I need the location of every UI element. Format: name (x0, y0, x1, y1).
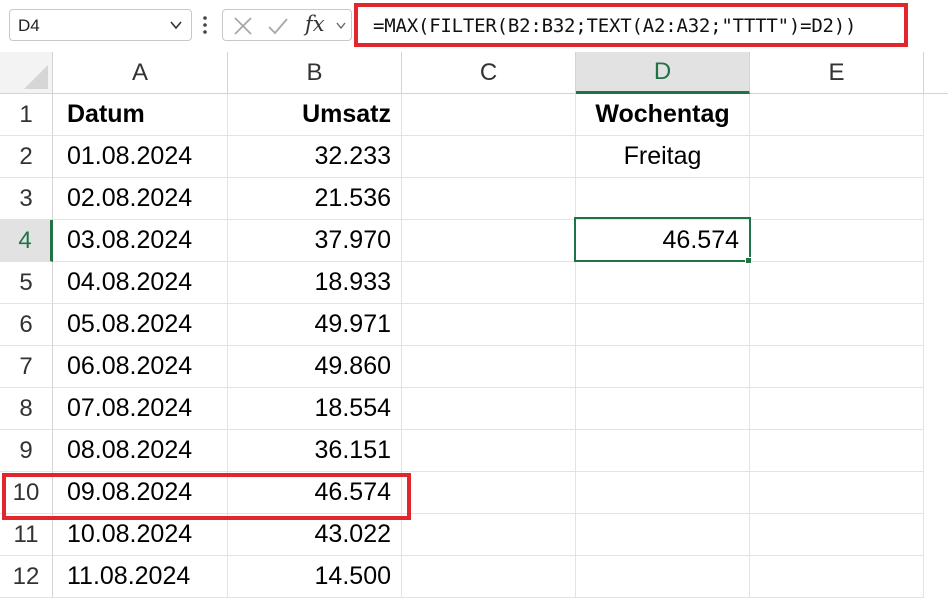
cell-c8[interactable] (402, 388, 576, 430)
cell-e6[interactable] (750, 304, 924, 346)
cell-a10[interactable]: 09.08.2024 (53, 472, 228, 514)
column-header-b[interactable]: B (228, 52, 402, 94)
formula-buttons: fx (222, 9, 352, 41)
column-header-e[interactable]: E (750, 52, 924, 94)
chevron-down-icon[interactable] (167, 16, 185, 34)
fx-icon[interactable]: fx (305, 12, 325, 36)
cell-a3[interactable]: 02.08.2024 (53, 178, 228, 220)
select-all-button[interactable] (0, 52, 53, 94)
cell-e11[interactable] (750, 514, 924, 556)
cell-b6[interactable]: 49.971 (228, 304, 402, 346)
cell-a1[interactable]: Datum (53, 94, 228, 136)
cell-e4[interactable] (750, 220, 924, 262)
close-icon[interactable] (233, 16, 253, 36)
cell-b10[interactable]: 46.574 (228, 472, 402, 514)
row-header-1[interactable]: 1 (0, 94, 53, 136)
cell-d10[interactable] (576, 472, 750, 514)
cell-e2[interactable] (750, 136, 924, 178)
row-header-4[interactable]: 4 (0, 220, 53, 262)
row-header-3[interactable]: 3 (0, 178, 53, 220)
formula-input[interactable]: =MAX(FILTER(B2:B32;TEXT(A2:A32;"TTTT")=D… (354, 3, 908, 47)
row-header-12[interactable]: 12 (0, 556, 53, 598)
row-header-2[interactable]: 2 (0, 136, 53, 178)
cell-a8[interactable]: 07.08.2024 (53, 388, 228, 430)
column-header-a[interactable]: A (53, 52, 228, 94)
cell-c12[interactable] (402, 556, 576, 598)
cell-c6[interactable] (402, 304, 576, 346)
cell-a2[interactable]: 01.08.2024 (53, 136, 228, 178)
cell-b8[interactable]: 18.554 (228, 388, 402, 430)
row-header-7[interactable]: 7 (0, 346, 53, 388)
cell-c9[interactable] (402, 430, 576, 472)
row-header-10[interactable]: 10 (0, 472, 53, 514)
cell-d8[interactable] (576, 388, 750, 430)
cell-d3[interactable] (576, 178, 750, 220)
column-header-d[interactable]: D (576, 52, 750, 94)
cell-d12[interactable] (576, 556, 750, 598)
cell-e5[interactable] (750, 262, 924, 304)
cell-b2[interactable]: 32.233 (228, 136, 402, 178)
cell-a9[interactable]: 08.08.2024 (53, 430, 228, 472)
row-header-9[interactable]: 9 (0, 430, 53, 472)
vertical-ellipsis-icon[interactable] (199, 12, 211, 38)
formula-text: =MAX(FILTER(B2:B32;TEXT(A2:A32;"TTTT")=D… (373, 15, 857, 37)
cell-e12[interactable] (750, 556, 924, 598)
cell-c1[interactable] (402, 94, 576, 136)
cell-b11[interactable]: 43.022 (228, 514, 402, 556)
cell-a4[interactable]: 03.08.2024 (53, 220, 228, 262)
cell-d7[interactable] (576, 346, 750, 388)
cell-b1[interactable]: Umsatz (228, 94, 402, 136)
cell-d1[interactable]: Wochentag (576, 94, 750, 136)
cell-a6[interactable]: 05.08.2024 (53, 304, 228, 346)
cell-e10[interactable] (750, 472, 924, 514)
cell-c4[interactable] (402, 220, 576, 262)
cell-a12[interactable]: 11.08.2024 (53, 556, 228, 598)
row-header-8[interactable]: 8 (0, 388, 53, 430)
cell-e1[interactable] (750, 94, 924, 136)
cell-c7[interactable] (402, 346, 576, 388)
cell-e8[interactable] (750, 388, 924, 430)
checkmark-icon[interactable] (267, 16, 289, 36)
spreadsheet-grid: A B C D E 1 Datum Umsatz Wochentag 2 01.08.2024 32.… (0, 52, 948, 600)
cell-c2[interactable] (402, 136, 576, 178)
cell-c3[interactable] (402, 178, 576, 220)
cell-b7[interactable]: 49.860 (228, 346, 402, 388)
cell-a7[interactable]: 06.08.2024 (53, 346, 228, 388)
chevron-down-icon[interactable] (335, 19, 347, 33)
cell-e3[interactable] (750, 178, 924, 220)
cell-e9[interactable] (750, 430, 924, 472)
fill-handle[interactable] (745, 257, 752, 264)
column-header-c[interactable]: C (402, 52, 576, 94)
cell-d11[interactable] (576, 514, 750, 556)
cell-d9[interactable] (576, 430, 750, 472)
cell-b9[interactable]: 36.151 (228, 430, 402, 472)
row-header-11[interactable]: 11 (0, 514, 53, 556)
name-box-value: D4 (18, 16, 40, 35)
cell-e7[interactable] (750, 346, 924, 388)
row-header-6[interactable]: 6 (0, 304, 53, 346)
select-all-triangle-icon (24, 65, 48, 89)
column-header-f[interactable] (924, 52, 948, 94)
cell-b12[interactable]: 14.500 (228, 556, 402, 598)
row-header-5[interactable]: 5 (0, 262, 53, 304)
name-box[interactable]: D4 (9, 9, 192, 41)
cell-d2[interactable]: Freitag (576, 136, 750, 178)
formula-bar: D4 fx =MAX(FILTER(B2:B32;TEXT(A2:A32;"TT… (0, 0, 948, 52)
cell-c10[interactable] (402, 472, 576, 514)
cell-b4[interactable]: 37.970 (228, 220, 402, 262)
cell-d4[interactable]: 46.574 (576, 220, 750, 262)
cell-b5[interactable]: 18.933 (228, 262, 402, 304)
cell-a5[interactable]: 04.08.2024 (53, 262, 228, 304)
cell-c5[interactable] (402, 262, 576, 304)
cell-c11[interactable] (402, 514, 576, 556)
cell-d6[interactable] (576, 304, 750, 346)
cell-b3[interactable]: 21.536 (228, 178, 402, 220)
cell-d5[interactable] (576, 262, 750, 304)
cell-a11[interactable]: 10.08.2024 (53, 514, 228, 556)
